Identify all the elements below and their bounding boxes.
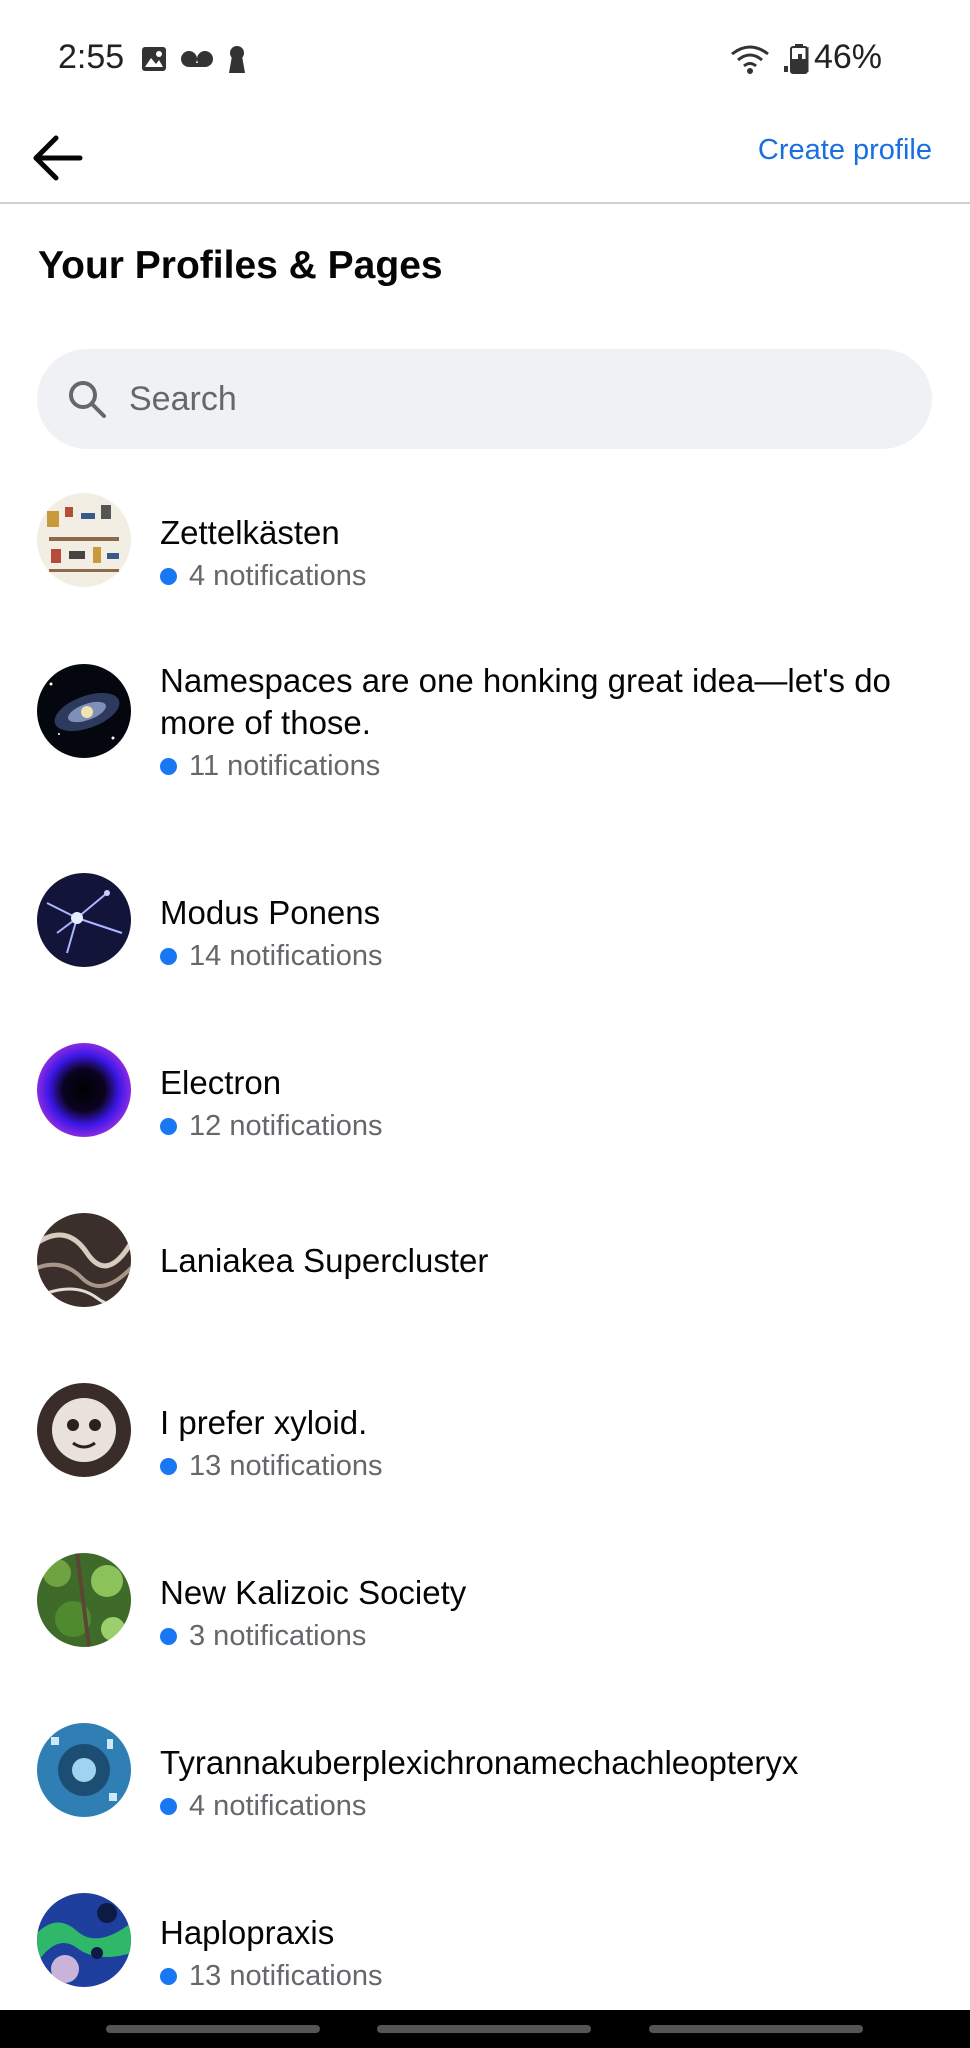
profile-item-laniakea[interactable]: Laniakea Supercluster [0,1210,970,1360]
profile-name: Haplopraxis [160,1914,335,1951]
notification-count: 4 notifications [160,1790,366,1823]
profile-name: Zettelkästen [160,514,340,551]
profile-item-modus-ponens[interactable]: Modus Ponens 14 notifications [0,870,970,1020]
nav-handle[interactable] [106,2025,320,2033]
battery-icon [790,44,808,74]
notification-dot [160,1628,177,1645]
profile-name: I prefer xyloid. [160,1404,368,1441]
keyhole-icon [229,46,245,73]
avatar [37,493,131,587]
avatar-image [37,873,131,967]
create-profile-button[interactable]: Create profile [758,134,932,167]
notification-count: 12 notifications [160,1110,382,1143]
status-icons-left [140,44,248,74]
notification-text: 12 notifications [189,1110,383,1142]
back-button[interactable] [28,126,88,186]
top-bar: Create profile [0,120,970,204]
avatar-image [37,664,131,758]
notification-text: 14 notifications [189,940,383,972]
notification-dot [160,1798,177,1815]
profile-item-i-prefer-xyloid[interactable]: I prefer xyloid. 13 notifications [0,1380,970,1530]
profile-item-new-kalizoic-society[interactable]: New Kalizoic Society 3 notifications [0,1550,970,1700]
avatar-image [37,1893,131,1987]
notification-count: 13 notifications [160,1450,382,1483]
notification-text: 4 notifications [189,560,367,592]
notification-dot [160,1968,177,1985]
page-title: Your Profiles & Pages [38,244,443,287]
nav-handle[interactable] [377,2025,591,2033]
profile-name: Namespaces are one honking great idea—le… [160,662,891,741]
profile-name: New Kalizoic Society [160,1574,467,1611]
notification-dot [160,758,177,775]
image-icon [142,47,166,71]
avatar-image [37,1553,131,1647]
avatar [37,873,131,967]
notification-text: 13 notifications [189,1450,383,1482]
notification-text: 4 notifications [189,1790,367,1822]
search-box[interactable] [37,349,932,449]
notification-count: 11 notifications [160,750,380,783]
avatar [37,1553,131,1647]
status-time: 2:55 [58,38,125,76]
notification-count: 3 notifications [160,1620,366,1653]
notification-dot [160,1118,177,1135]
avatar-image [37,1723,131,1817]
search-input[interactable] [127,378,891,420]
profile-item-tyrannakuberplexichronamechachleopteryx[interactable]: Tyrannakuberplexichronamechachleopteryx … [0,1720,970,1870]
avatar-image [37,1213,131,1307]
notification-text: 3 notifications [189,1620,367,1652]
avatar-image [37,1043,131,1137]
avatar [37,1043,131,1137]
avatar [37,1383,131,1477]
profile-item-namespaces[interactable]: Namespaces are one honking great idea—le… [0,660,970,820]
notification-text: 13 notifications [189,1960,383,1992]
profile-name: Electron [160,1064,282,1101]
notification-dot [160,948,177,965]
notification-count: 14 notifications [160,940,382,973]
battery-percent: 46% [813,38,882,76]
wifi-icon [731,45,769,74]
avatar [37,1723,131,1817]
arrow-left-icon [33,135,83,181]
notification-dot [160,568,177,585]
avatar-image [37,493,131,587]
voicemail-icon [181,51,213,67]
nav-handle[interactable] [649,2025,863,2033]
profile-name: Modus Ponens [160,894,381,931]
avatar [37,1893,131,1987]
avatar-image [37,1383,131,1477]
status-bar: 2:55 46% [0,0,970,120]
navigation-bar [0,2010,970,2048]
profile-name: Laniakea Supercluster [160,1242,489,1279]
profile-item-zettelkasten[interactable]: Zettelkästen 4 notifications [0,490,970,640]
avatar [37,1213,131,1307]
avatar [37,664,131,758]
search-icon [69,381,106,418]
notification-dot [160,1458,177,1475]
notification-count: 13 notifications [160,1960,382,1993]
notification-count: 4 notifications [160,560,366,593]
profile-item-electron[interactable]: Electron 12 notifications [0,1040,970,1190]
profile-name: Tyrannakuberplexichronamechachleopteryx [160,1744,799,1781]
notification-text: 11 notifications [189,750,381,782]
